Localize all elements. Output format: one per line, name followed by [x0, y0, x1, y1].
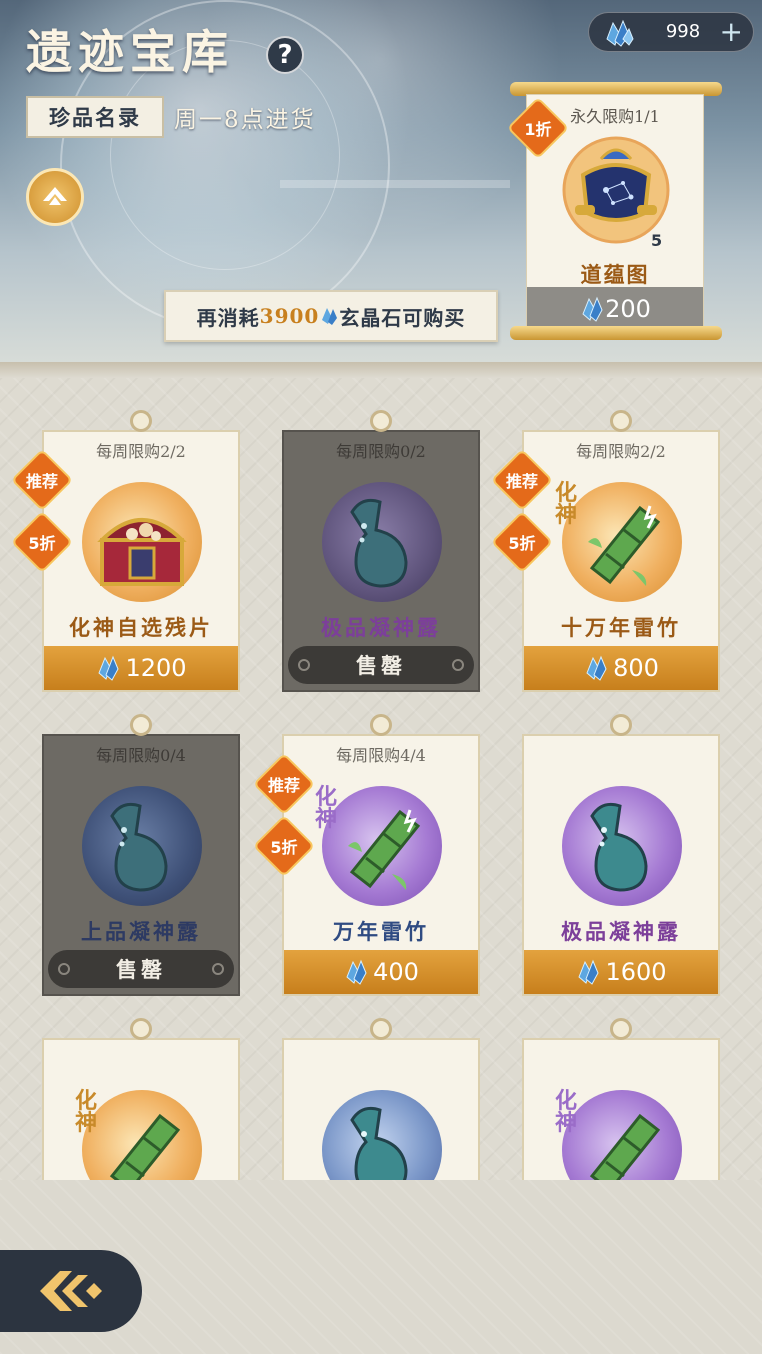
price-button[interactable]: 400 [284, 950, 478, 994]
card-hook [610, 714, 632, 736]
price-value: 200 [605, 295, 651, 323]
discount-tag: 1折 [524, 120, 552, 139]
card-hook [370, 714, 392, 736]
price-button[interactable]: 1200 [44, 646, 238, 690]
spend-suffix: 玄晶石可购买 [339, 305, 466, 330]
purchase-limit: 每周限购2/2 [576, 442, 666, 461]
sold-out-label: 售罄 [288, 646, 474, 684]
discount-tag: 5折 [28, 534, 56, 553]
item-name: 十万年雷竹 [561, 615, 681, 640]
price-value: 800 [613, 654, 659, 682]
scroll-rod-bottom [510, 326, 722, 340]
question-icon: ? [277, 40, 293, 70]
card-hook [130, 1018, 152, 1040]
card-hook [610, 410, 632, 432]
item-name: 极品凝神露 [561, 919, 681, 944]
discount-tag: 5折 [270, 838, 298, 857]
sold-out-text: 售罄 [116, 957, 166, 982]
background-bar [280, 180, 510, 188]
shop-item-card[interactable]: 每周限购2/2 化神自选残片 1200 [42, 410, 240, 692]
crystal-icon [586, 655, 607, 681]
price-value: 1600 [605, 958, 667, 986]
chevron-up-icon [43, 187, 67, 205]
sold-out-text: 售罄 [356, 653, 406, 678]
bamboo-icon [109, 1113, 181, 1180]
crystal-icon [578, 959, 600, 985]
collapse-button[interactable] [26, 168, 84, 226]
card-hook [130, 410, 152, 432]
card-hook [370, 410, 392, 432]
page-title: 遗迹宝库 [26, 25, 234, 79]
shop-item-card[interactable]: 每周限购4/4 化神 万年雷竹 400 [282, 714, 480, 996]
bamboo-icon [348, 809, 421, 890]
item-name: 万年雷竹 [333, 919, 429, 944]
item-name: 道蕴图 [580, 262, 650, 287]
shop-item-card: 每周限购0/2 极品凝神露 售罄 [282, 410, 480, 692]
item-name: 极品凝神露 [321, 615, 441, 640]
treasure-chest-icon [97, 518, 187, 586]
purchase-limit: 每周限购4/4 [336, 746, 426, 765]
price-button[interactable]: 800 [524, 646, 718, 690]
shop-item-card[interactable]: 化神 [42, 1018, 240, 1180]
decor-dot [58, 963, 70, 975]
spend-amount: 3900 [259, 304, 320, 328]
crystal-icon [98, 655, 120, 681]
back-button[interactable] [0, 1250, 142, 1332]
purchase-limit: 每周限购0/4 [96, 746, 186, 765]
catalog-tab[interactable]: 珍品名录 [26, 96, 164, 138]
spend-banner: 再消耗 3900 玄晶石可购买 [164, 290, 498, 342]
header: 遗迹宝库 ? 珍品名录 周一8点进货 998 + 再消耗 3900 玄晶石可购买… [0, 0, 762, 362]
card-hook [130, 714, 152, 736]
gourd-bottle-icon [350, 498, 408, 588]
shop-item-card[interactable]: 极品凝神露 1600 [522, 714, 720, 996]
restock-text: 周一8点进货 [174, 107, 316, 133]
crystal-icon [606, 19, 634, 47]
shop-item-card[interactable]: 化神 [522, 1018, 720, 1180]
currency-display: 998 + [588, 12, 754, 52]
item-quantity: 5 [651, 231, 663, 250]
price-button[interactable]: 1600 [524, 950, 718, 994]
price-value: 400 [373, 958, 419, 986]
shop-item-card: 每周限购0/4 上品凝神露 售罄 [42, 714, 240, 996]
decor-dot [452, 659, 464, 671]
bamboo-icon [588, 505, 661, 586]
shop-item-card[interactable] [282, 1018, 480, 1180]
recommend-tag: 推荐 [25, 472, 58, 491]
shop-item-card[interactable]: 每周限购2/2 化神 十万年雷竹 800 [522, 410, 720, 692]
gourd-bottle-icon [590, 802, 648, 892]
grid-divider [0, 362, 762, 378]
crystal-icon [346, 959, 367, 985]
decor-dot [298, 659, 310, 671]
gourd-bottle-icon [110, 802, 168, 892]
bamboo-icon [589, 1113, 661, 1180]
crystal-icon [322, 308, 338, 325]
item-name: 上品凝神露 [81, 919, 201, 944]
discount-tag: 5折 [508, 534, 536, 553]
recommend-tag: 推荐 [505, 472, 538, 491]
plus-icon[interactable]: + [720, 15, 743, 48]
back-arrow-icon [40, 1271, 102, 1311]
decor-dot [212, 963, 224, 975]
currency-value: 998 [665, 21, 701, 42]
purchase-limit: 每周限购0/2 [336, 442, 426, 461]
item-name: 化神自选残片 [69, 615, 213, 640]
gourd-bottle-icon [350, 1106, 408, 1180]
spend-prefix: 再消耗 [196, 305, 260, 330]
card-hook [610, 1018, 632, 1040]
price-button[interactable]: 200 [527, 287, 703, 331]
crystal-icon [582, 296, 603, 322]
sold-out-label: 售罄 [48, 950, 234, 988]
price-value: 1200 [125, 654, 187, 682]
map-artifact-icon [562, 136, 670, 244]
card-hook [370, 1018, 392, 1040]
shop-grid: 每周限购2/2 化神自选残片 1200 推荐 5折 每周限购0/2 极品凝神露 … [0, 362, 762, 1180]
help-button[interactable]: ? [266, 36, 304, 74]
recommend-tag: 推荐 [267, 776, 300, 795]
purchase-limit: 每周限购2/2 [96, 442, 186, 461]
